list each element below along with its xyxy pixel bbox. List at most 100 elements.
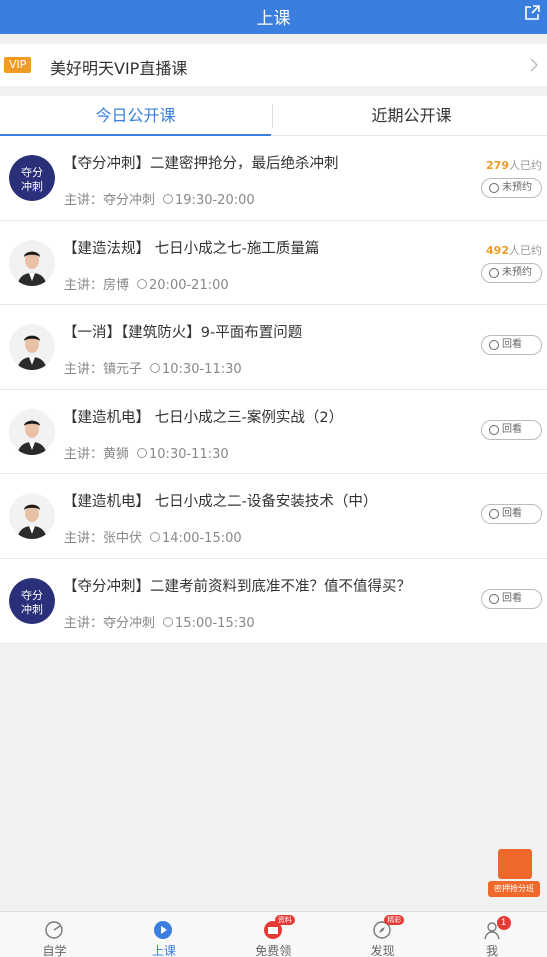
- tabbar-label: 自学: [42, 944, 67, 957]
- reservation-suffix: 人已约: [509, 243, 542, 257]
- tab-divider: [272, 104, 273, 128]
- vip-banner[interactable]: VIP 美好明天VIP直播课: [0, 44, 547, 86]
- clock-icon: [163, 194, 174, 204]
- lecturer-avatar: [9, 239, 55, 286]
- reservation-count: 279人已约: [486, 157, 542, 173]
- course-meta: 主讲：黄狮 10:30-11:30: [64, 443, 229, 462]
- course-title: 【建造法规】 七日小成之七-施工质量篇: [63, 240, 320, 257]
- course-row[interactable]: 【建造机电】 七日小成之二-设备安装技术（中） 主讲：张中伏 14:00-15:0…: [0, 474, 547, 559]
- replay-button[interactable]: 回看: [481, 419, 542, 440]
- replay-button[interactable]: 回看: [481, 504, 542, 525]
- clock-icon: [163, 616, 174, 627]
- chevron-right-icon: [530, 58, 538, 72]
- tabbar-item-me[interactable]: 1 我: [438, 912, 547, 957]
- logo-text-line1: 夺分: [21, 589, 43, 602]
- reservation-count: 492人已约: [486, 242, 542, 258]
- lecturer-name: 主讲：夺分冲刺: [64, 615, 156, 631]
- course-title: 【夺分冲刺】二建考前资料到底准不准？值不值得买？: [63, 578, 411, 595]
- lecturer-avatar: [9, 408, 55, 455]
- course-title: 【一消】【建筑防火】9-平面布置问题: [63, 325, 303, 342]
- lecturer-name: 主讲：房博: [64, 277, 130, 293]
- tabbar-tag: 资料: [274, 915, 295, 925]
- vip-banner-text: 美好明天VIP直播课: [50, 59, 188, 78]
- clock-icon: [137, 447, 148, 458]
- logo-text-line2: 冲刺: [21, 179, 43, 193]
- tabbar-item-free[interactable]: 资料 免费领: [219, 912, 328, 957]
- tab-today[interactable]: 今日公开课: [0, 96, 271, 136]
- play-icon: [153, 920, 173, 940]
- reservation-number: 492: [486, 243, 509, 257]
- promo-float-button[interactable]: 密押抢分班: [488, 847, 540, 899]
- reserve-button[interactable]: 未预约: [481, 262, 542, 283]
- self-study-icon: [44, 920, 64, 940]
- reservation-number: 279: [486, 159, 509, 172]
- replay-icon: [489, 340, 499, 351]
- replay-icon: [489, 593, 499, 604]
- top-header: 上课: [0, 0, 547, 34]
- course-row[interactable]: 夺分 冲刺 【夺分冲刺】二建密押抢分，最后绝杀冲刺 主讲：夺分冲刺 19:30-2…: [0, 136, 547, 221]
- tabbar-item-discover[interactable]: 精彩 发现: [328, 912, 437, 957]
- button-label: 回看: [502, 339, 522, 351]
- logo-text-line1: 夺分: [21, 166, 43, 179]
- button-label: 回看: [502, 508, 522, 520]
- clock-icon: [489, 183, 499, 193]
- share-icon[interactable]: [523, 4, 541, 22]
- lecturer-name: 主讲：夺分冲刺: [64, 193, 156, 208]
- tabbar-label: 发现: [370, 944, 395, 957]
- page-title: 上课: [256, 9, 291, 29]
- lecturer-name: 主讲：张中伏: [64, 531, 143, 547]
- lecturer-name: 主讲：镇元子: [64, 362, 143, 378]
- tab-upcoming[interactable]: 近期公开课: [276, 96, 547, 136]
- course-title: 【夺分冲刺】二建密押抢分，最后绝杀冲刺: [63, 156, 339, 172]
- course-meta: 主讲：张中伏 14:00-15:00: [64, 527, 242, 546]
- lecturer-avatar: 夺分 冲刺: [9, 155, 55, 201]
- lecturer-avatar: [9, 493, 55, 540]
- logo-text-line2: 冲刺: [21, 602, 43, 616]
- course-row[interactable]: 夺分 冲刺 【夺分冲刺】二建考前资料到底准不准？值不值得买？ 主讲：夺分冲刺 15…: [0, 559, 547, 644]
- course-meta: 主讲：夺分冲刺 19:30-20:00: [64, 189, 255, 208]
- course-time: 20:00-21:00: [149, 277, 229, 293]
- lecturer-name: 主讲：黄狮: [64, 446, 130, 462]
- clock-icon: [489, 267, 499, 278]
- replay-icon: [489, 509, 499, 520]
- clock-icon: [150, 363, 161, 374]
- course-title: 【建造机电】 七日小成之三-案例实战（2）: [63, 409, 344, 426]
- button-label: 未预约: [502, 182, 532, 193]
- course-tabs: 今日公开课 近期公开课: [0, 96, 547, 136]
- replay-icon: [489, 424, 499, 435]
- course-time: 19:30-20:00: [175, 193, 255, 208]
- notification-badge: 1: [496, 916, 511, 930]
- course-row[interactable]: 【一消】【建筑防火】9-平面布置问题 主讲：镇元子 10:30-11:30 回看: [0, 305, 547, 390]
- tabbar-tag: 精彩: [384, 915, 405, 925]
- promo-label: 密押抢分班: [488, 881, 540, 897]
- course-time: 14:00-15:00: [162, 531, 242, 547]
- vip-badge: VIP: [4, 57, 32, 73]
- course-meta: 主讲：夺分冲刺 15:00-15:30: [64, 612, 255, 631]
- course-title: 【建造机电】 七日小成之二-设备安装技术（中）: [63, 494, 378, 511]
- lecturer-avatar: 夺分 冲刺: [9, 577, 55, 624]
- course-row[interactable]: 【建造法规】 七日小成之七-施工质量篇 主讲：房博 20:00-21:00 492…: [0, 221, 547, 306]
- reserve-button[interactable]: 未预约: [481, 178, 542, 198]
- promo-book-icon: [498, 849, 532, 879]
- tabbar-label: 上课: [151, 944, 176, 957]
- bottom-tabbar: 自学 上课 资料 免费领 精彩 发现 1 我: [0, 911, 547, 957]
- tabbar-item-class[interactable]: 上课: [109, 912, 218, 957]
- lecturer-avatar: [9, 324, 55, 371]
- clock-icon: [150, 532, 161, 543]
- course-list: 夺分 冲刺 【夺分冲刺】二建密押抢分，最后绝杀冲刺 主讲：夺分冲刺 19:30-2…: [0, 136, 547, 644]
- course-time: 10:30-11:30: [149, 446, 229, 462]
- clock-icon: [137, 278, 148, 289]
- course-meta: 主讲：镇元子 10:30-11:30: [64, 358, 242, 377]
- replay-button[interactable]: 回看: [481, 588, 542, 609]
- tabbar-label: 我: [486, 944, 499, 957]
- button-label: 回看: [502, 592, 522, 604]
- replay-button[interactable]: 回看: [481, 335, 542, 356]
- course-row[interactable]: 【建造机电】 七日小成之三-案例实战（2） 主讲：黄狮 10:30-11:30 回…: [0, 390, 547, 475]
- course-time: 10:30-11:30: [162, 362, 242, 378]
- tabbar-label: 免费领: [255, 944, 292, 957]
- course-time: 15:00-15:30: [175, 615, 255, 631]
- button-label: 回看: [502, 423, 522, 435]
- course-meta: 主讲：房博 20:00-21:00: [64, 274, 229, 293]
- reservation-suffix: 人已约: [509, 159, 542, 172]
- tabbar-item-self-study[interactable]: 自学: [0, 912, 109, 957]
